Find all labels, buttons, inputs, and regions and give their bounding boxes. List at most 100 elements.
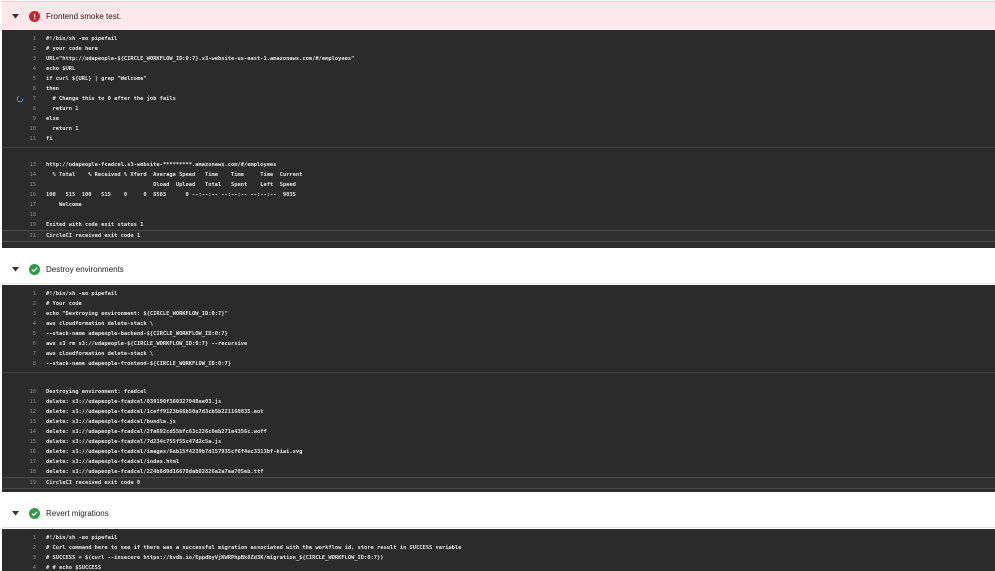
line-number[interactable]: 14 xyxy=(18,170,37,180)
line-number[interactable]: 18 xyxy=(18,210,37,220)
console-text: # Curl command here to see if there was … xyxy=(46,545,462,551)
console-text: # Your code xyxy=(46,301,82,307)
console-line: 4 aws cloudformation delete-stack \ xyxy=(2,319,995,329)
line-number[interactable]: 9 xyxy=(18,114,36,124)
console-text: delete: s3://udapeople-fcadcel/7d234c755… xyxy=(46,439,222,445)
line-number[interactable]: 8 xyxy=(18,359,36,369)
console-text: CircleCI received exit code 1 xyxy=(46,233,141,239)
line-number[interactable]: 16 xyxy=(18,190,37,200)
console-text: delete: s3://udapeople-fcadcel/2fa692cd5… xyxy=(46,429,267,435)
console-line: 21 CircleCI received exit code 1 xyxy=(2,230,995,242)
line-number[interactable]: 7 xyxy=(18,349,36,359)
success-status-icon xyxy=(29,507,40,519)
console-line: 18 delete: s3://udapeople-fcadcel/224b8d9… xyxy=(2,467,995,477)
console-text: aws cloudformation delete-stack \ xyxy=(46,321,154,327)
step-header[interactable]: Revert migrations xyxy=(2,499,995,528)
console-line: 13 delete: s3://udapeople-fcadcel/bundle.… xyxy=(2,417,995,427)
step-title: Frontend smoke test. xyxy=(46,11,122,21)
console-line: 18 xyxy=(2,210,995,220)
console-text: # # echo $SUCCESS xyxy=(46,565,102,571)
console-text: # your code here xyxy=(46,46,98,52)
console-line: 19 Exited with code exit status 1 xyxy=(2,220,995,230)
console-text: CircleCI received exit code 0 xyxy=(46,480,141,486)
console-line: 11 fi xyxy=(2,134,995,144)
console-line: 7 aws cloudformation delete-stack \ xyxy=(2,349,995,359)
step-console-output: 1 #!/bin/sh -eo pipefail 2 # Your code 3 echo… xyxy=(2,285,995,492)
console-line: 3 echo "Destroying environment: ${CIRCLE_… xyxy=(2,309,995,319)
line-number[interactable]: 19 xyxy=(18,220,37,230)
line-number[interactable]: 11 xyxy=(18,397,37,407)
console-text: # SUCCESS = $(curl --insecure https://kv… xyxy=(46,555,384,561)
console-text: % Total % Received % Xferd Average Speed… xyxy=(46,172,303,178)
console-line: 4 # # echo $SUCCESS xyxy=(2,563,995,571)
console-line: 2 # your code here xyxy=(2,44,995,54)
line-number[interactable]: 4 xyxy=(18,563,36,571)
line-number[interactable]: 6 xyxy=(18,339,36,349)
console-text: echo "Destroying environment: ${CIRCLE_W… xyxy=(46,311,228,317)
console-text: # Change this to 0 after the job fails xyxy=(46,96,176,102)
line-number[interactable]: 6 xyxy=(18,84,36,94)
console-text: delete: s3://udapeople-fcadcel/bundle.js xyxy=(46,419,176,425)
step-header[interactable]: Frontend smoke test. xyxy=(2,1,995,31)
line-number[interactable]: 16 xyxy=(18,447,37,457)
console-line: 1 #!/bin/sh -eo pipefail xyxy=(2,533,995,543)
chevron-down-icon[interactable] xyxy=(11,11,19,21)
line-number[interactable]: 21 xyxy=(18,231,37,241)
console-text: --stack-name udapeople-backend-${CIRCLE_… xyxy=(46,331,228,337)
line-number[interactable]: 2 xyxy=(18,543,36,553)
line-number[interactable]: 15 xyxy=(18,437,37,447)
line-number[interactable]: 13 xyxy=(18,417,37,427)
line-number[interactable]: 3 xyxy=(18,309,36,319)
console-text: return 1 xyxy=(46,126,79,132)
chevron-down-icon[interactable] xyxy=(11,508,19,518)
step-console-output: 1 #!/bin/sh -eo pipefail 2 # your code here… xyxy=(2,30,995,248)
line-number[interactable]: 1 xyxy=(18,533,36,543)
line-number[interactable]: 1 xyxy=(18,34,36,44)
line-number[interactable]: 13 xyxy=(18,160,37,170)
line-number[interactable]: 3 xyxy=(18,54,36,64)
line-number[interactable]: 14 xyxy=(18,427,37,437)
console-line: 1 #!/bin/sh -eo pipefail xyxy=(2,34,995,44)
console-text: Welcome xyxy=(46,202,82,208)
line-number[interactable]: 5 xyxy=(18,74,36,84)
success-status-icon xyxy=(29,263,40,275)
line-number[interactable]: 19 xyxy=(18,478,37,488)
console-line: 6 aws s3 rm s3://udapeople-${CIRCLE_WORKF… xyxy=(2,339,995,349)
line-number[interactable]: 1 xyxy=(18,289,36,299)
line-number[interactable]: 18 xyxy=(18,467,37,477)
line-number[interactable]: 10 xyxy=(18,387,37,397)
line-number[interactable]: 8 xyxy=(18,104,36,114)
console-line: 2 # Curl command here to see if there was… xyxy=(2,543,995,553)
console-text: fi xyxy=(46,136,53,142)
console-text: Exited with code exit status 1 xyxy=(46,222,144,228)
console-line: 9 else xyxy=(2,114,995,124)
step-console-output: 1 #!/bin/sh -eo pipefail 2 # Curl command h… xyxy=(2,529,995,571)
console-line: 3 # SUCCESS = $(curl --insecure https://k… xyxy=(2,553,995,563)
step-title: Revert migrations xyxy=(46,508,109,518)
console-line: 16 delete: s3://udapeople-fcadcel/images/… xyxy=(2,447,995,457)
line-number[interactable]: 12 xyxy=(18,407,37,417)
step-header[interactable]: Destroy environments xyxy=(2,255,995,284)
line-number[interactable]: 11 xyxy=(18,134,37,144)
console-line: 17 delete: s3://udapeople-fcadcel/index.h… xyxy=(2,457,995,467)
console-line: 7 # Change this to 0 after the job fails xyxy=(2,94,995,104)
line-number[interactable]: 17 xyxy=(18,200,37,210)
console-text: else xyxy=(46,116,59,122)
step-frontend-smoke-test: Frontend smoke test. xyxy=(2,1,995,31)
line-number[interactable]: 10 xyxy=(18,124,37,134)
line-number[interactable]: 2 xyxy=(18,299,36,309)
console-line: 14 delete: s3://udapeople-fcadcel/2fa692c… xyxy=(2,427,995,437)
line-number[interactable]: 4 xyxy=(18,64,36,74)
console-text: delete: s3://udapeople-fcadcel/images/6e… xyxy=(46,449,303,455)
line-number[interactable]: 17 xyxy=(18,457,37,467)
chevron-down-icon[interactable] xyxy=(11,264,19,274)
console-line: 11 delete: s3://udapeople-fcadcel/039190f… xyxy=(2,397,995,407)
line-number[interactable]: 15 xyxy=(18,180,37,190)
line-number[interactable]: 2 xyxy=(18,44,36,54)
line-number[interactable]: 5 xyxy=(18,329,36,339)
console-text: return 1 xyxy=(46,106,79,112)
console-text: if curl ${URL} | grep "Welcome" xyxy=(46,76,147,82)
line-number[interactable]: 4 xyxy=(18,319,36,329)
console-line: 8 return 1 xyxy=(2,104,995,114)
line-number[interactable]: 3 xyxy=(18,553,36,563)
